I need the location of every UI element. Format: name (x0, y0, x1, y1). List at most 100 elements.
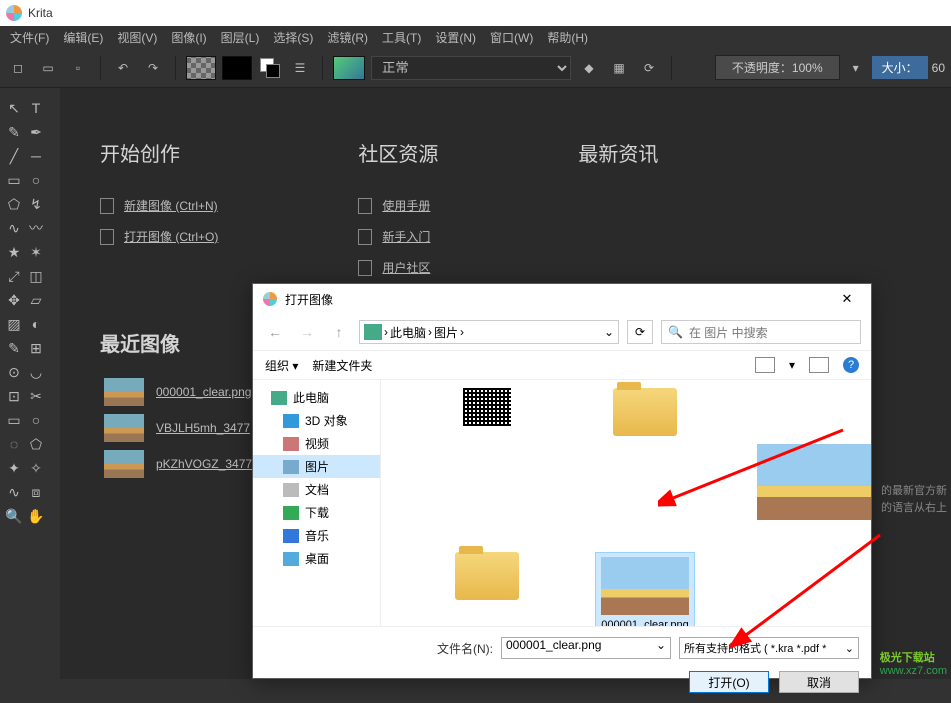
organize-menu[interactable]: 组织 ▾ (265, 357, 298, 374)
alpha-icon[interactable]: ▦ (607, 56, 631, 80)
new-folder-button[interactable]: 新建文件夹 (312, 357, 372, 374)
opacity-box[interactable]: 不透明度：100% (715, 55, 840, 80)
recent-item[interactable]: pKZhVOGZ_3477 (104, 450, 252, 478)
close-icon[interactable]: ✕ (833, 289, 861, 309)
crop-tool-icon[interactable]: ◫ (26, 266, 46, 286)
refresh-icon[interactable]: ⟳ (627, 320, 653, 344)
zoom-tool-icon[interactable]: 🔍 (4, 506, 24, 526)
calligraphy-icon[interactable]: ✒ (26, 122, 46, 142)
redo-icon[interactable]: ↷ (141, 56, 165, 80)
filename-input[interactable]: 000001_clear.png⌄ (501, 637, 671, 659)
brush-preset-icon[interactable] (333, 56, 365, 80)
tree-item-pictures[interactable]: 图片 (253, 455, 380, 478)
file-item-folder[interactable] (437, 552, 537, 626)
new-image-link[interactable]: 新建图像 (Ctrl+N) (100, 197, 218, 214)
tree-item-downloads[interactable]: 下载 (253, 501, 380, 524)
menu-filter[interactable]: 滤镜(R) (321, 27, 374, 48)
menu-view[interactable]: 视图(V) (111, 27, 163, 48)
brush-tool-icon[interactable]: ╱ (4, 146, 24, 166)
fgbg-colors-icon[interactable] (258, 56, 282, 80)
select-poly-icon[interactable]: ⬠ (26, 434, 46, 454)
menu-tools[interactable]: 工具(T) (376, 27, 427, 48)
file-item-selected[interactable]: 000001_clear.png (595, 552, 695, 626)
menu-file[interactable]: 文件(F) (4, 27, 55, 48)
move2-tool-icon[interactable]: ✥ (4, 290, 24, 310)
preview-pane-icon[interactable] (809, 357, 829, 373)
recent-item[interactable]: 000001_clear.png (104, 378, 252, 406)
select-magnetic-icon[interactable]: ⧈ (26, 482, 46, 502)
cancel-button[interactable]: 取消 (779, 671, 859, 693)
menu-settings[interactable]: 设置(N) (429, 27, 482, 48)
undo-icon[interactable]: ↶ (111, 56, 135, 80)
pan-tool-icon[interactable]: ✋ (26, 506, 46, 526)
menu-window[interactable]: 窗口(W) (484, 27, 539, 48)
text-tool-icon[interactable]: T (26, 98, 46, 118)
tree-item-video[interactable]: 视频 (253, 432, 380, 455)
tree-item-music[interactable]: 音乐 (253, 524, 380, 547)
chevron-down-icon[interactable]: ⌄ (604, 325, 614, 339)
smart-patch-icon[interactable]: ⊞ (26, 338, 46, 358)
gradient-swatch[interactable] (222, 56, 252, 80)
search-input[interactable]: 🔍在 图片 中搜索 (661, 320, 861, 344)
fill-tool-icon[interactable]: ▨ (4, 314, 24, 334)
manual-link[interactable]: 使用手册 (358, 197, 438, 214)
up-icon[interactable]: ↑ (327, 320, 351, 344)
ellipse-tool-icon[interactable]: ○ (26, 170, 46, 190)
tree-item-desktop[interactable]: 桌面 (253, 547, 380, 570)
transform-tool-icon[interactable]: ⤢ (4, 266, 24, 286)
community-link[interactable]: 用户社区 (358, 259, 438, 276)
open-button[interactable]: 打开(O) (689, 671, 769, 693)
move-tool-icon[interactable]: ↖ (4, 98, 24, 118)
menu-layer[interactable]: 图层(L) (215, 27, 266, 48)
multi-tool-icon[interactable]: ✶ (26, 242, 46, 262)
select-circle-icon[interactable]: ○ (26, 410, 46, 430)
size-label[interactable]: 大小： (872, 56, 928, 79)
open-file-icon[interactable]: ▭ (36, 56, 60, 80)
tree-item-pc[interactable]: 此电脑 (253, 386, 380, 409)
tree-item-3d[interactable]: 3D 对象 (253, 409, 380, 432)
select-bezier-icon[interactable]: ∿ (4, 482, 24, 502)
dynamic-tool-icon[interactable]: ★ (4, 242, 24, 262)
forward-icon[interactable]: → (295, 320, 319, 344)
list-icon[interactable]: ☰ (288, 56, 312, 80)
menu-help[interactable]: 帮助(H) (541, 27, 594, 48)
freehand-tool-icon[interactable]: 〰 (26, 218, 46, 238)
annotate-tool-icon[interactable]: ✂ (26, 386, 46, 406)
save-file-icon[interactable]: ▫ (66, 56, 90, 80)
menu-select[interactable]: 选择(S) (267, 27, 319, 48)
select-contig-icon[interactable]: ✦ (4, 458, 24, 478)
tree-item-docs[interactable]: 文档 (253, 478, 380, 501)
reload-icon[interactable]: ⟳ (637, 56, 661, 80)
polygon-tool-icon[interactable]: ⬠ (4, 194, 24, 214)
opacity-dropdown-icon[interactable]: ▾ (844, 56, 868, 80)
select-free-icon[interactable]: ◌ (4, 434, 24, 454)
gradient-tool-icon[interactable]: ◐ (26, 314, 46, 334)
measure-tool-icon[interactable]: ◡ (26, 362, 46, 382)
menu-edit[interactable]: 编辑(E) (57, 27, 109, 48)
ref-tool-icon[interactable]: ⊡ (4, 386, 24, 406)
rect-tool-icon[interactable]: ▭ (4, 170, 24, 190)
pattern-swatch[interactable] (186, 56, 216, 80)
assist-tool-icon[interactable]: ⊙ (4, 362, 24, 382)
line-tool-icon[interactable]: ─ (26, 146, 46, 166)
view-mode-icon[interactable] (755, 357, 775, 373)
bezier-tool-icon[interactable]: ∿ (4, 218, 24, 238)
perspective-tool-icon[interactable]: ▱ (26, 290, 46, 310)
eraser-icon[interactable]: ◆ (577, 56, 601, 80)
shape-edit-icon[interactable]: ✎ (4, 122, 24, 142)
file-item[interactable] (437, 388, 537, 436)
polyline-tool-icon[interactable]: ↯ (26, 194, 46, 214)
select-rect-icon[interactable]: ▭ (4, 410, 24, 430)
blend-mode-select[interactable]: 正常 (371, 56, 571, 80)
path-breadcrumb[interactable]: › 此电脑 › 图片 › ⌄ (359, 320, 619, 344)
picker-tool-icon[interactable]: ✎ (4, 338, 24, 358)
size-value[interactable]: 60 (932, 61, 945, 75)
guide-link[interactable]: 新手入门 (358, 228, 438, 245)
recent-item[interactable]: VBJLH5mh_3477 (104, 414, 252, 442)
new-file-icon[interactable]: ◻ (6, 56, 30, 80)
open-image-link[interactable]: 打开图像 (Ctrl+O) (100, 228, 218, 245)
menu-image[interactable]: 图像(I) (165, 27, 212, 48)
help-icon[interactable]: ? (843, 357, 859, 373)
select-similar-icon[interactable]: ✧ (26, 458, 46, 478)
back-icon[interactable]: ← (263, 320, 287, 344)
